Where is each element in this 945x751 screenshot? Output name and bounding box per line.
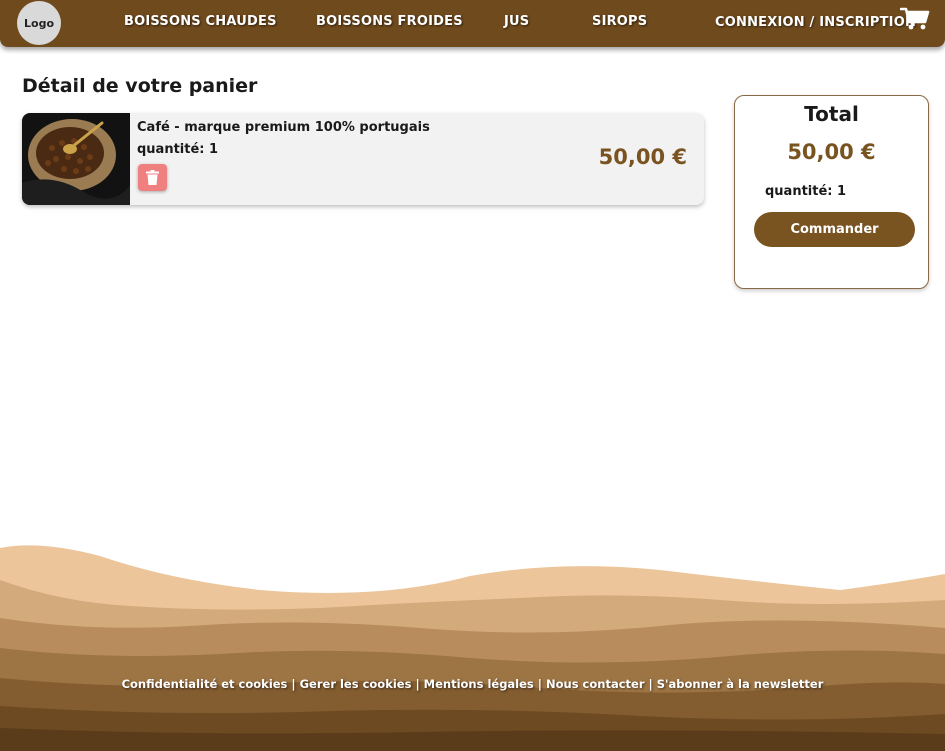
- product-price: 50,00 €: [598, 145, 687, 169]
- footer-links: Confidentialité et cookies | Gerer les coo…: [0, 677, 945, 691]
- top-navbar: Logo BOISSONS CHAUDES BOISSONS FROIDES J…: [0, 0, 945, 47]
- order-button[interactable]: Commander: [754, 212, 915, 247]
- delete-item-button[interactable]: [138, 164, 167, 191]
- footer-link-contact[interactable]: Nous contacter: [546, 677, 645, 691]
- page-title: Détail de votre panier: [22, 75, 258, 97]
- shopping-cart-icon[interactable]: [900, 7, 930, 31]
- total-price: 50,00 €: [787, 140, 876, 164]
- footer-link-legal[interactable]: Mentions légales: [424, 677, 534, 691]
- footer-link-cookies[interactable]: Gerer les cookies: [300, 677, 412, 691]
- product-image[interactable]: [22, 113, 130, 205]
- nav-link-sirops[interactable]: SIROPS: [592, 14, 647, 29]
- nav-link-boissons-chaudes[interactable]: BOISSONS CHAUDES: [124, 14, 277, 29]
- total-quantity: quantité: 1: [765, 184, 847, 199]
- footer-separator: |: [291, 677, 296, 691]
- nav-link-jus[interactable]: JUS: [504, 14, 529, 29]
- login-link[interactable]: CONNEXION / INSCRIPTION: [715, 15, 916, 30]
- nav-link-boissons-froides[interactable]: BOISSONS FROIDES: [316, 14, 463, 29]
- total-title: Total: [804, 102, 859, 126]
- trash-icon: [146, 170, 159, 185]
- footer-link-privacy[interactable]: Confidentialité et cookies: [122, 677, 288, 691]
- footer-separator: |: [648, 677, 653, 691]
- logo[interactable]: Logo: [17, 1, 61, 45]
- footer-link-newsletter[interactable]: S'abonner à la newsletter: [657, 677, 824, 691]
- footer-background: [0, 545, 945, 751]
- product-name: Café - marque premium 100% portugais: [137, 120, 430, 135]
- footer-separator: |: [415, 677, 420, 691]
- footer-separator: |: [537, 677, 542, 691]
- order-summary-card: Total 50,00 € quantité: 1 Commander: [734, 95, 929, 289]
- cart-item: Café - marque premium 100% portugais qua…: [22, 113, 704, 205]
- product-quantity: quantité: 1: [137, 142, 219, 157]
